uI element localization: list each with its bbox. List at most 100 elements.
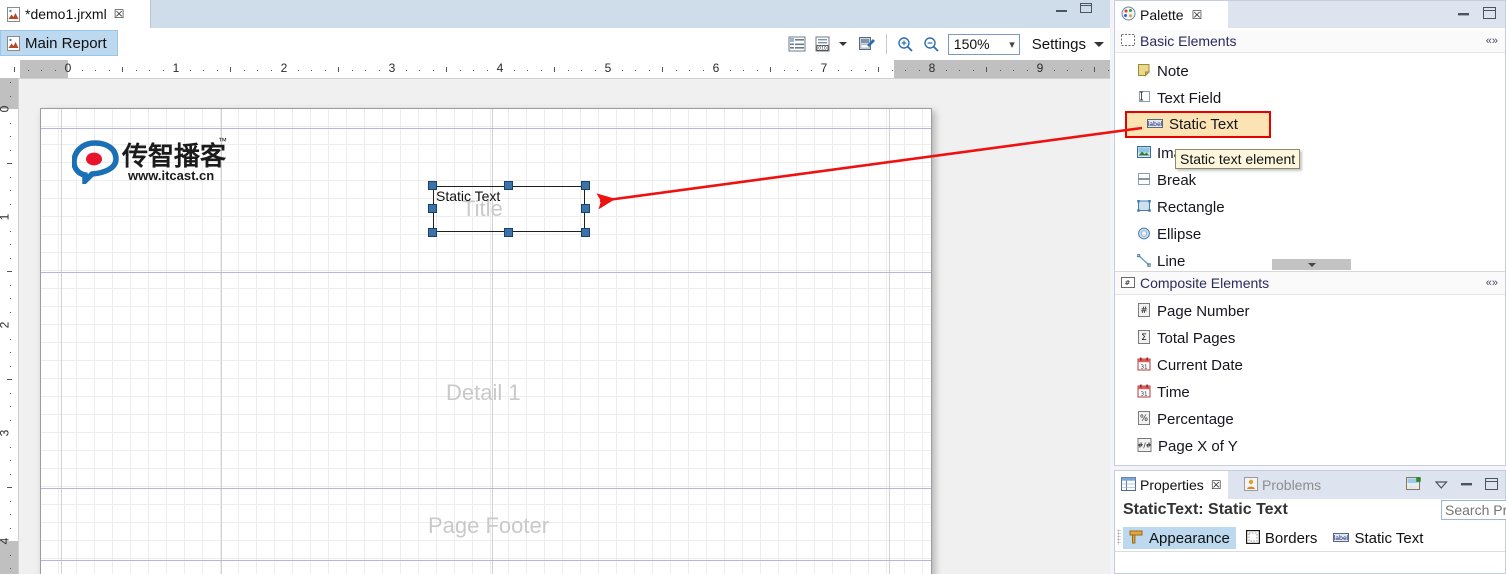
- ruler-tick: [7, 379, 12, 380]
- settings-menu[interactable]: Settings: [1032, 36, 1104, 53]
- minimize-editor-icon[interactable]: [1055, 4, 1068, 16]
- zoom-in-button[interactable]: [893, 31, 919, 57]
- palette-item-rectangle[interactable]: Rectangle: [1115, 194, 1506, 221]
- palette-item-current-date[interactable]: 31 Current Date: [1115, 352, 1506, 379]
- ruler-tick: [1026, 70, 1028, 71]
- sub-tab-appearance[interactable]: Appearance: [1123, 527, 1236, 549]
- collapse-section-icon[interactable]: «»: [1486, 35, 1498, 47]
- dataset-view-button[interactable]: 010: [810, 31, 836, 57]
- ruler-tick: [540, 70, 542, 71]
- itcast-logo[interactable]: 传智播客 ™ www.itcast.cn: [71, 134, 227, 192]
- tab-properties[interactable]: Properties ☒: [1115, 471, 1228, 499]
- resize-handle-n[interactable]: [504, 181, 513, 190]
- maximize-palette-icon[interactable]: [1483, 7, 1497, 23]
- palette-item-break[interactable]: Break: [1115, 167, 1506, 194]
- search-property-input[interactable]: [1441, 500, 1506, 520]
- ruler-tick: [446, 67, 447, 72]
- collapse-section-icon[interactable]: «»: [1486, 277, 1498, 289]
- sub-tab-static-text[interactable]: label Static Text: [1327, 527, 1429, 549]
- resize-handle-sw[interactable]: [428, 228, 437, 237]
- ruler-margin-zone-bottom: [0, 541, 18, 574]
- ruler-tick: [837, 70, 839, 71]
- resize-handle-ne[interactable]: [581, 181, 590, 190]
- bands-view-button[interactable]: [784, 31, 810, 57]
- ruler-tick: [10, 136, 11, 137]
- minimize-properties-icon[interactable]: [1460, 478, 1473, 493]
- maximize-editor-icon[interactable]: [1080, 3, 1094, 16]
- compile-report-button[interactable]: [854, 31, 880, 57]
- percentage-icon: %: [1137, 411, 1151, 428]
- resize-handle-s[interactable]: [504, 228, 513, 237]
- close-icon[interactable]: ☒: [1192, 8, 1203, 22]
- zoom-out-button[interactable]: [919, 31, 945, 57]
- section-header-basic-elements[interactable]: Basic Elements «»: [1115, 30, 1505, 53]
- ruler-tick: [878, 67, 879, 72]
- ruler-tick: [10, 149, 11, 151]
- search-property-container[interactable]: [1441, 500, 1506, 520]
- section-label: Composite Elements: [1140, 275, 1270, 291]
- tab-palette-label: Palette: [1140, 6, 1184, 23]
- ruler-tick: [135, 70, 137, 71]
- tab-palette[interactable]: Palette ☒: [1115, 1, 1228, 28]
- new-property-sheet-icon[interactable]: [1406, 476, 1423, 495]
- palette-view: Palette ☒ Basic Elements «» Note Text Fi…: [1114, 0, 1506, 466]
- ruler-tick: [432, 70, 434, 71]
- palette-item-text-field[interactable]: Text Field: [1115, 85, 1506, 112]
- maximize-properties-icon[interactable]: [1485, 477, 1499, 494]
- band-separator-detail: [41, 488, 931, 489]
- sub-tab-borders[interactable]: Borders: [1240, 527, 1324, 549]
- properties-title: StaticText: Static Text: [1123, 501, 1288, 518]
- palette-item-ellipse[interactable]: Ellipse: [1115, 221, 1506, 248]
- detail-band-label: Detail 1: [446, 380, 521, 405]
- ruler-tick: [554, 67, 555, 72]
- resize-handle-w[interactable]: [428, 204, 437, 213]
- report-editor: *demo1.jrxml ☒ Main Report 010 150% ▾ Se…: [0, 0, 1110, 574]
- section-header-composite-elements[interactable]: # Composite Elements «»: [1115, 271, 1505, 295]
- properties-sub-tabs: Appearance Borders label Static Text: [1115, 525, 1505, 552]
- palette-item-percentage[interactable]: % Percentage: [1115, 406, 1506, 433]
- resize-handle-nw[interactable]: [428, 181, 437, 190]
- palette-item-label: Page Number: [1157, 303, 1250, 320]
- ruler-tick: [7, 163, 12, 164]
- vertical-ruler[interactable]: 0 1 2 3 4: [0, 78, 19, 574]
- ruler-tick: [945, 70, 947, 71]
- horizontal-ruler[interactable]: 0 1 2 3 4 5 6 7 8 9: [0, 60, 1110, 79]
- resize-handle-se[interactable]: [581, 228, 590, 237]
- resize-handle-e[interactable]: [581, 204, 590, 213]
- close-icon[interactable]: ☒: [114, 7, 125, 21]
- ruler-tick: [257, 70, 258, 71]
- tab-main-report[interactable]: Main Report: [0, 30, 118, 56]
- ruler-label: 0: [0, 106, 11, 113]
- svg-text:Σ: Σ: [1141, 333, 1147, 343]
- tab-problems[interactable]: Problems: [1238, 471, 1327, 499]
- file-tab-demo1-jrxml[interactable]: *demo1.jrxml ☒: [0, 0, 151, 28]
- break-icon: [1137, 172, 1151, 189]
- zoom-level-combobox[interactable]: 150% ▾: [947, 33, 1020, 55]
- chevron-down-icon[interactable]: [1094, 41, 1104, 47]
- ruler-tick: [972, 70, 974, 71]
- report-page[interactable]: 传智播客 ™ www.itcast.cn Title Detail 1 Page…: [40, 108, 932, 574]
- minimize-palette-icon[interactable]: [1457, 8, 1470, 23]
- right-margin-guide: [889, 109, 890, 574]
- palette-item-page-x-of-y[interactable]: #/# Page X of Y: [1115, 433, 1506, 460]
- ruler-tick: [689, 70, 690, 71]
- static-text-box[interactable]: Static Text: [433, 186, 585, 232]
- palette-item-note[interactable]: Note: [1115, 58, 1506, 85]
- palette-item-static-text[interactable]: label Static Text: [1125, 111, 1271, 138]
- design-canvas[interactable]: 传智播客 ™ www.itcast.cn Title Detail 1 Page…: [19, 79, 1110, 574]
- ruler-tick: [10, 338, 11, 340]
- chevron-down-icon[interactable]: ▾: [1009, 38, 1015, 51]
- palette-item-total-pages[interactable]: Σ Total Pages: [1115, 325, 1506, 352]
- palette-item-image[interactable]: Ima: [1115, 140, 1506, 167]
- ruler-tick: [149, 70, 150, 71]
- svg-text:31: 31: [1140, 365, 1148, 371]
- selected-static-text-element[interactable]: Static Text: [428, 181, 590, 237]
- view-menu-icon[interactable]: [1434, 478, 1448, 493]
- ruler-tick: [108, 70, 110, 71]
- palette-scroll-down-button[interactable]: [1272, 259, 1351, 270]
- palette-item-page-number[interactable]: # Page Number: [1115, 298, 1506, 325]
- ruler-label: 7: [820, 61, 828, 75]
- close-icon[interactable]: ☒: [1211, 478, 1222, 492]
- palette-item-time[interactable]: 31 Time: [1115, 379, 1506, 406]
- dataset-dropdown-icon[interactable]: [838, 42, 847, 46]
